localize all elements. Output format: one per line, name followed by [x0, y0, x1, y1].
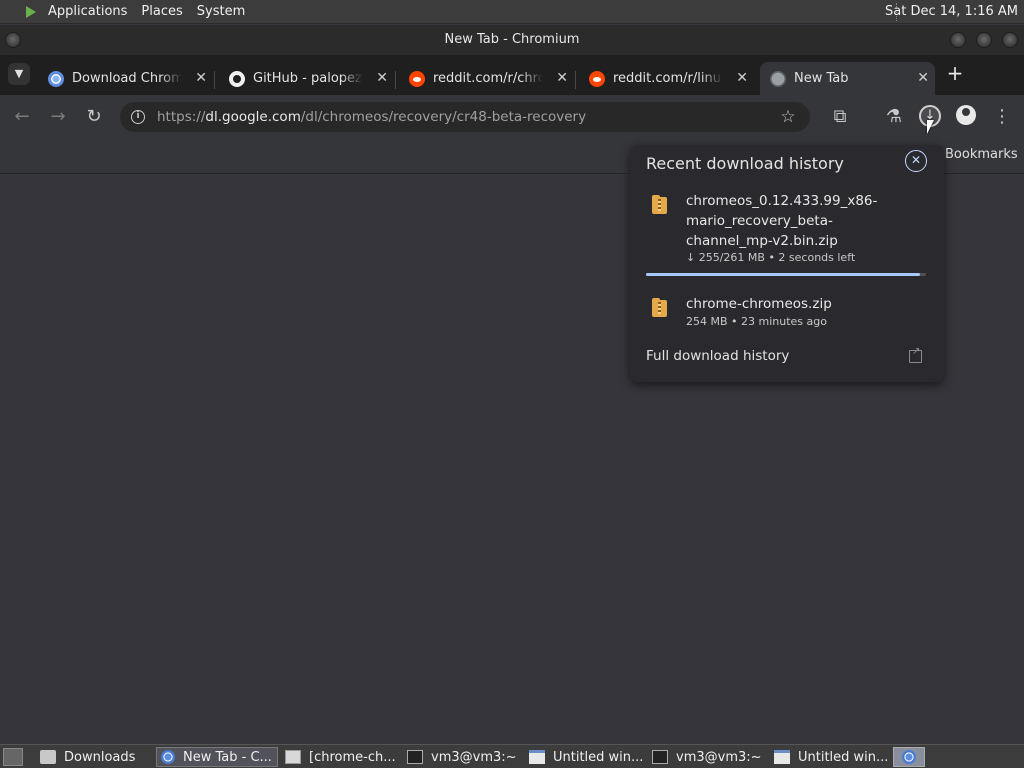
archive-icon — [285, 750, 301, 764]
close-tab-icon[interactable]: ✕ — [917, 70, 929, 86]
task-untitled-window-2[interactable]: Untitled win... — [770, 747, 888, 767]
window-menu-button[interactable] — [5, 32, 21, 48]
reddit-icon — [589, 70, 605, 87]
zip-file-icon — [652, 298, 667, 317]
close-tab-icon[interactable]: ✕ — [376, 70, 388, 86]
reddit-icon — [409, 70, 425, 87]
places-menu[interactable]: Places — [141, 4, 182, 19]
bottom-taskbar: Downloads New Tab - C... [chrome-ch... v… — [0, 744, 1024, 768]
download-item-filename[interactable]: chrome-chromeos.zip — [686, 296, 832, 312]
chromium-icon — [161, 750, 175, 764]
download-progress-fill — [646, 273, 920, 276]
chromium-icon — [48, 70, 64, 87]
window-icon — [774, 750, 790, 764]
tab-label: GitHub - palopezv/ — [253, 71, 363, 86]
new-tab-button[interactable]: + — [944, 63, 966, 85]
globe-icon — [770, 70, 786, 87]
top-panel: Applications Places System Sat Dec 14, 1… — [0, 0, 1024, 24]
open-external-icon[interactable] — [909, 346, 922, 363]
maximize-button[interactable] — [976, 32, 992, 48]
tab-github[interactable]: GitHub - palopezv/ ✕ — [219, 62, 394, 95]
applications-logo-icon[interactable] — [24, 5, 38, 19]
task-label: Untitled win... — [798, 749, 888, 765]
folder-icon — [40, 750, 56, 764]
extensions-icon[interactable]: ⧉ — [828, 105, 852, 129]
task-label: Untitled win... — [553, 749, 643, 765]
task-untitled-window-1[interactable]: Untitled win... — [525, 747, 643, 767]
tab-download-chromium[interactable]: Download Chromium ✕ — [38, 62, 213, 95]
applications-menu[interactable]: Applications — [48, 4, 127, 19]
url-text[interactable]: https://dl.google.com/dl/chromeos/recove… — [157, 109, 586, 125]
task-terminal-2[interactable]: vm3@vm3:~ — [648, 747, 766, 767]
bookmark-star-icon[interactable]: ☆ — [776, 105, 800, 129]
menu-kebab-icon[interactable]: ⋮ — [990, 105, 1014, 129]
clock[interactable]: Sat Dec 14, 1:16 AM — [885, 4, 1018, 19]
download-bubble-title: Recent download history — [646, 154, 844, 173]
site-info-icon[interactable]: i — [131, 110, 145, 124]
tab-search-button[interactable]: ▼ — [8, 63, 30, 85]
task-label: vm3@vm3:~ — [431, 749, 517, 765]
reload-icon[interactable]: ↻ — [82, 105, 106, 129]
terminal-icon — [407, 750, 423, 764]
download-bubble: Recent download history ✕ chromeos_0.12.… — [630, 145, 944, 382]
mouse-cursor-icon — [927, 120, 934, 134]
profile-avatar-icon[interactable] — [956, 105, 976, 125]
tab-label: New Tab — [794, 71, 849, 86]
close-tab-icon[interactable]: ✕ — [736, 70, 748, 86]
address-bar[interactable]: i https://dl.google.com/dl/chromeos/reco… — [120, 102, 810, 132]
browser-toolbar: ← → ↻ i https://dl.google.com/dl/chromeo… — [0, 95, 1024, 139]
close-tab-icon[interactable]: ✕ — [556, 70, 568, 86]
task-terminal-1[interactable]: vm3@vm3:~ — [403, 747, 521, 767]
tab-divider — [395, 71, 396, 89]
forward-icon[interactable]: → — [46, 105, 70, 129]
tab-reddit-linux[interactable]: reddit.com/r/linux/ ✕ — [579, 62, 754, 95]
labs-flask-icon[interactable]: ⚗ — [882, 105, 906, 129]
close-icon[interactable]: ✕ — [905, 150, 927, 172]
system-menu[interactable]: System — [197, 4, 245, 19]
tab-divider — [214, 71, 215, 89]
task-chrome-archive[interactable]: [chrome-ch... — [281, 747, 399, 767]
minimize-button[interactable] — [950, 32, 966, 48]
task-label: Downloads — [64, 749, 136, 765]
close-tab-icon[interactable]: ✕ — [195, 70, 207, 86]
download-item-status: 254 MB • 23 minutes ago — [686, 315, 827, 328]
back-icon[interactable]: ← — [10, 105, 34, 129]
full-download-history-link[interactable]: Full download history — [646, 348, 789, 364]
github-icon — [229, 70, 245, 87]
bookmarks-folder[interactable]: Bookmarks — [945, 147, 1018, 162]
task-label: vm3@vm3:~ — [676, 749, 762, 765]
task-label: [chrome-ch... — [309, 749, 396, 765]
tab-label: reddit.com/r/chromeos — [433, 71, 543, 86]
window-titlebar[interactable]: New Tab - Chromium — [0, 25, 1024, 55]
window-title: New Tab - Chromium — [444, 32, 580, 47]
tab-reddit-chromeos[interactable]: reddit.com/r/chromeos ✕ — [399, 62, 574, 95]
tab-label: Download Chromium — [72, 71, 182, 86]
tray-chromium-icon[interactable] — [893, 747, 925, 767]
download-item-filename[interactable]: chromeos_0.12.433.99_x86-mario_recovery_… — [686, 191, 911, 251]
window-icon — [529, 750, 545, 764]
task-downloads[interactable]: Downloads — [36, 747, 154, 767]
close-window-button[interactable] — [1002, 32, 1018, 48]
download-item-status: ↓ 255/261 MB • 2 seconds left — [686, 251, 856, 264]
zip-file-icon — [652, 195, 667, 214]
tab-label: reddit.com/r/linux/ — [613, 71, 723, 86]
tab-divider — [575, 71, 576, 89]
tab-new-tab[interactable]: New Tab ✕ — [760, 62, 935, 95]
show-desktop-icon[interactable] — [3, 747, 23, 766]
download-progress-bar — [646, 273, 926, 276]
tab-strip: ▼ Download Chromium ✕ GitHub - palopezv/… — [0, 55, 1024, 95]
task-new-tab-chromium[interactable]: New Tab - C... — [156, 747, 278, 767]
task-label: New Tab - C... — [183, 749, 272, 765]
terminal-icon — [652, 750, 668, 764]
